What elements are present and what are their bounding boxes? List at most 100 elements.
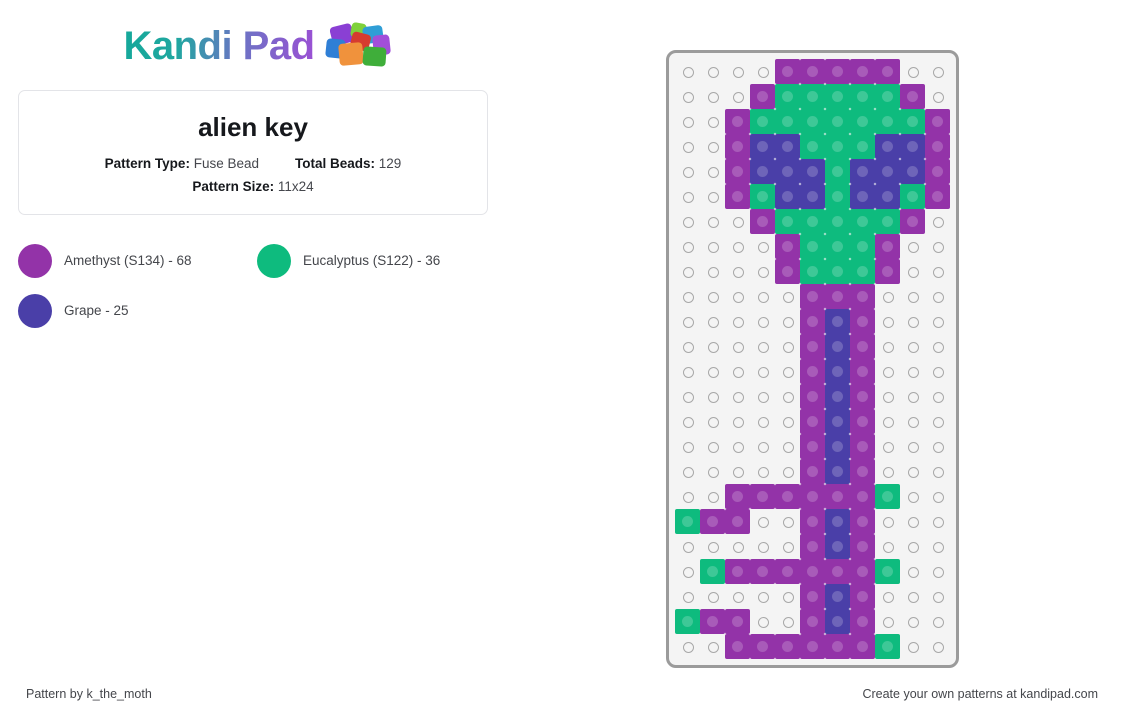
bead-cell[interactable] xyxy=(850,134,875,159)
bead-cell[interactable] xyxy=(825,109,850,134)
empty-peg-cell[interactable] xyxy=(725,259,750,284)
empty-peg-cell[interactable] xyxy=(875,309,900,334)
empty-peg-cell[interactable] xyxy=(675,484,700,509)
empty-peg-cell[interactable] xyxy=(900,459,925,484)
bead-cell[interactable] xyxy=(850,609,875,634)
empty-peg-cell[interactable] xyxy=(875,284,900,309)
bead-cell[interactable] xyxy=(850,334,875,359)
empty-peg-cell[interactable] xyxy=(700,584,725,609)
empty-peg-cell[interactable] xyxy=(925,409,950,434)
empty-peg-cell[interactable] xyxy=(900,434,925,459)
bead-cell[interactable] xyxy=(825,434,850,459)
empty-peg-cell[interactable] xyxy=(675,159,700,184)
empty-peg-cell[interactable] xyxy=(875,409,900,434)
empty-peg-cell[interactable] xyxy=(700,334,725,359)
bead-cell[interactable] xyxy=(750,484,775,509)
empty-peg-cell[interactable] xyxy=(875,434,900,459)
empty-peg-cell[interactable] xyxy=(700,534,725,559)
empty-peg-cell[interactable] xyxy=(900,259,925,284)
bead-cell[interactable] xyxy=(750,634,775,659)
empty-peg-cell[interactable] xyxy=(700,409,725,434)
bead-cell[interactable] xyxy=(850,559,875,584)
bead-cell[interactable] xyxy=(875,109,900,134)
empty-peg-cell[interactable] xyxy=(725,534,750,559)
brand-logo[interactable]: Kandi Pad xyxy=(18,14,488,78)
empty-peg-cell[interactable] xyxy=(900,559,925,584)
empty-peg-cell[interactable] xyxy=(875,359,900,384)
empty-peg-cell[interactable] xyxy=(675,434,700,459)
bead-cell[interactable] xyxy=(750,134,775,159)
bead-cell[interactable] xyxy=(850,84,875,109)
empty-peg-cell[interactable] xyxy=(900,484,925,509)
bead-cell[interactable] xyxy=(825,184,850,209)
empty-peg-cell[interactable] xyxy=(900,59,925,84)
bead-cell[interactable] xyxy=(825,359,850,384)
bead-cell[interactable] xyxy=(900,109,925,134)
empty-peg-cell[interactable] xyxy=(900,234,925,259)
empty-peg-cell[interactable] xyxy=(750,459,775,484)
bead-cell[interactable] xyxy=(850,159,875,184)
empty-peg-cell[interactable] xyxy=(725,384,750,409)
empty-peg-cell[interactable] xyxy=(725,409,750,434)
empty-peg-cell[interactable] xyxy=(775,309,800,334)
bead-cell[interactable] xyxy=(900,134,925,159)
bead-cell[interactable] xyxy=(850,109,875,134)
bead-cell[interactable] xyxy=(875,159,900,184)
bead-cell[interactable] xyxy=(675,509,700,534)
empty-peg-cell[interactable] xyxy=(700,184,725,209)
bead-cell[interactable] xyxy=(750,184,775,209)
bead-cell[interactable] xyxy=(825,134,850,159)
bead-cell[interactable] xyxy=(850,509,875,534)
bead-cell[interactable] xyxy=(825,584,850,609)
bead-cell[interactable] xyxy=(775,234,800,259)
bead-cell[interactable] xyxy=(775,109,800,134)
bead-cell[interactable] xyxy=(875,234,900,259)
bead-cell[interactable] xyxy=(825,634,850,659)
empty-peg-cell[interactable] xyxy=(925,559,950,584)
empty-peg-cell[interactable] xyxy=(875,459,900,484)
bead-cell[interactable] xyxy=(825,409,850,434)
bead-cell[interactable] xyxy=(800,259,825,284)
empty-peg-cell[interactable] xyxy=(775,609,800,634)
empty-peg-cell[interactable] xyxy=(700,234,725,259)
bead-cell[interactable] xyxy=(775,259,800,284)
empty-peg-cell[interactable] xyxy=(925,534,950,559)
bead-cell[interactable] xyxy=(675,609,700,634)
empty-peg-cell[interactable] xyxy=(900,634,925,659)
bead-cell[interactable] xyxy=(875,259,900,284)
empty-peg-cell[interactable] xyxy=(725,309,750,334)
empty-peg-cell[interactable] xyxy=(750,359,775,384)
empty-peg-cell[interactable] xyxy=(725,434,750,459)
empty-peg-cell[interactable] xyxy=(675,534,700,559)
bead-cell[interactable] xyxy=(925,184,950,209)
empty-peg-cell[interactable] xyxy=(725,284,750,309)
empty-peg-cell[interactable] xyxy=(700,484,725,509)
empty-peg-cell[interactable] xyxy=(700,209,725,234)
empty-peg-cell[interactable] xyxy=(675,209,700,234)
bead-cell[interactable] xyxy=(850,409,875,434)
empty-peg-cell[interactable] xyxy=(900,284,925,309)
empty-peg-cell[interactable] xyxy=(875,509,900,534)
bead-cell[interactable] xyxy=(825,534,850,559)
bead-cell[interactable] xyxy=(725,159,750,184)
bead-cell[interactable] xyxy=(825,59,850,84)
empty-peg-cell[interactable] xyxy=(725,459,750,484)
empty-peg-cell[interactable] xyxy=(775,509,800,534)
bead-cell[interactable] xyxy=(825,334,850,359)
bead-cell[interactable] xyxy=(750,109,775,134)
empty-peg-cell[interactable] xyxy=(925,634,950,659)
bead-cell[interactable] xyxy=(900,84,925,109)
bead-cell[interactable] xyxy=(800,184,825,209)
empty-peg-cell[interactable] xyxy=(700,284,725,309)
empty-peg-cell[interactable] xyxy=(700,259,725,284)
empty-peg-cell[interactable] xyxy=(775,459,800,484)
bead-cell[interactable] xyxy=(925,109,950,134)
empty-peg-cell[interactable] xyxy=(925,234,950,259)
empty-peg-cell[interactable] xyxy=(750,434,775,459)
empty-peg-cell[interactable] xyxy=(725,84,750,109)
empty-peg-cell[interactable] xyxy=(925,209,950,234)
empty-peg-cell[interactable] xyxy=(750,284,775,309)
empty-peg-cell[interactable] xyxy=(775,409,800,434)
bead-cell[interactable] xyxy=(700,559,725,584)
empty-peg-cell[interactable] xyxy=(675,359,700,384)
